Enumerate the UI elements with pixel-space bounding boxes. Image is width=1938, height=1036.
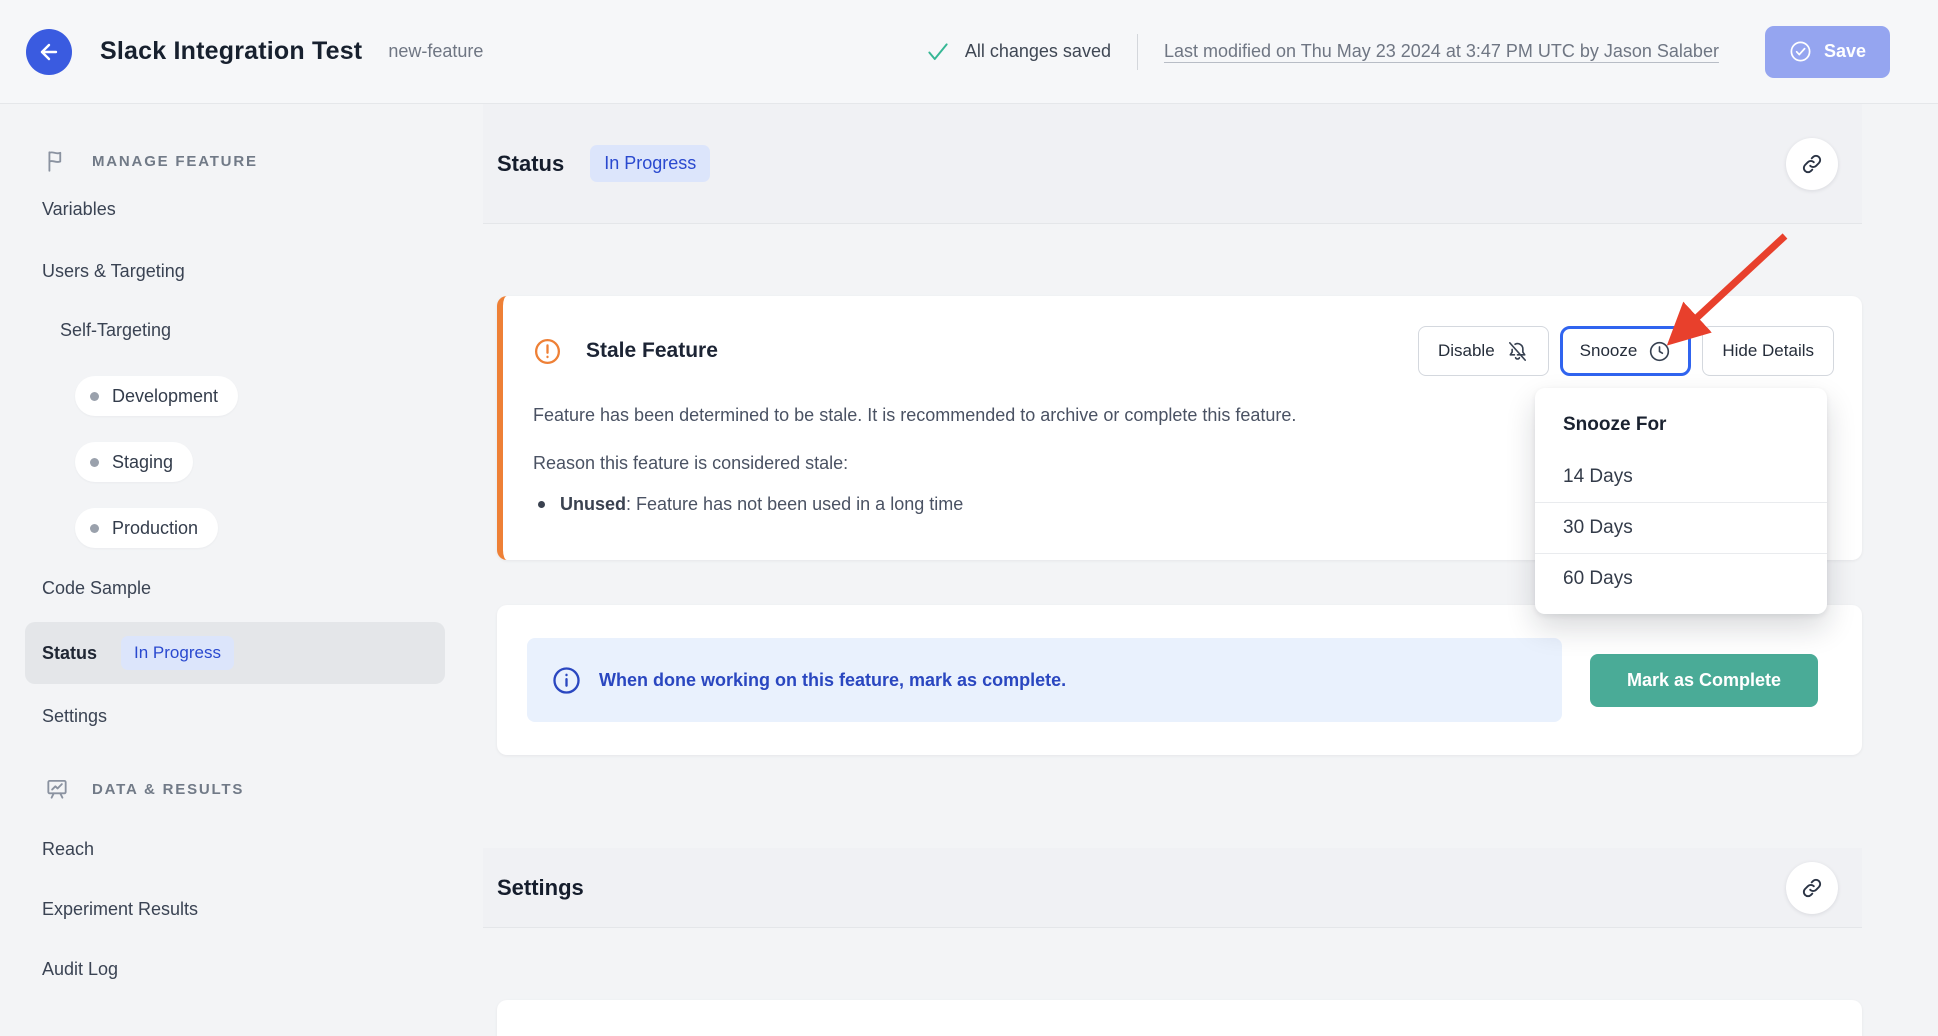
saved-status: All changes saved <box>925 39 1111 65</box>
status-badge: In Progress <box>121 636 234 670</box>
snooze-option-14-days[interactable]: 14 Days <box>1535 452 1827 502</box>
info-banner: When done working on this feature, mark … <box>527 638 1562 722</box>
clock-icon <box>1648 340 1671 363</box>
arrow-left-icon <box>37 40 61 64</box>
hide-details-button-label: Hide Details <box>1722 341 1814 361</box>
top-bar: Slack Integration Test new-feature All c… <box>0 0 1938 104</box>
sidebar-section-data-results: DATA & RESULTS <box>44 776 244 802</box>
stale-reason-term: Unused <box>560 494 626 514</box>
sidebar-item-audit-log[interactable]: Audit Log <box>42 959 118 980</box>
env-dot-icon <box>90 392 99 401</box>
presentation-chart-icon <box>44 776 70 802</box>
divider <box>1137 34 1138 70</box>
mark-as-complete-button[interactable]: Mark as Complete <box>1590 654 1818 707</box>
snooze-dropdown-menu: Snooze For 14 Days 30 Days 60 Days <box>1535 388 1827 614</box>
settings-section-header: Settings <box>483 848 1862 928</box>
save-button[interactable]: Save <box>1765 26 1890 78</box>
sidebar-section-manage-feature: MANAGE FEATURE <box>44 148 258 174</box>
save-button-label: Save <box>1824 41 1866 62</box>
copy-link-button[interactable] <box>1786 862 1838 914</box>
sidebar-item-env-production[interactable]: Production <box>75 508 218 548</box>
env-label: Development <box>112 386 218 407</box>
main-content: Status In Progress Stale Featu <box>483 104 1862 1036</box>
snooze-button[interactable]: Snooze <box>1560 326 1692 376</box>
sidebar-item-settings[interactable]: Settings <box>42 706 107 727</box>
snooze-menu-title: Snooze For <box>1535 410 1827 452</box>
last-modified-text[interactable]: Last modified on Thu May 23 2024 at 3:47… <box>1164 41 1719 62</box>
sidebar-section-label: DATA & RESULTS <box>92 781 244 798</box>
settings-section-title: Settings <box>497 875 584 901</box>
link-icon <box>1800 152 1824 176</box>
sidebar-item-variables[interactable]: Variables <box>42 199 116 220</box>
stale-card-title: Stale Feature <box>586 339 718 363</box>
sidebar-item-env-staging[interactable]: Staging <box>75 442 193 482</box>
flag-icon <box>44 148 70 174</box>
bullet-icon <box>538 501 545 508</box>
env-dot-icon <box>90 458 99 467</box>
info-circle-icon <box>551 665 582 696</box>
sidebar-item-self-targeting[interactable]: Self-Targeting <box>60 320 171 341</box>
disable-button-label: Disable <box>1438 341 1495 361</box>
status-section-badge: In Progress <box>590 145 710 182</box>
complete-card: When done working on this feature, mark … <box>497 605 1862 755</box>
snooze-option-60-days[interactable]: 60 Days <box>1535 553 1827 604</box>
snooze-button-label: Snooze <box>1580 341 1638 361</box>
sidebar-item-code-sample[interactable]: Code Sample <box>42 578 151 599</box>
sidebar-status-label: Status <box>42 643 97 664</box>
warning-circle-icon <box>533 337 562 366</box>
hide-details-button[interactable]: Hide Details <box>1702 326 1834 376</box>
back-button[interactable] <box>26 29 72 75</box>
check-circle-icon <box>1789 40 1812 63</box>
next-section-card <box>497 1000 1862 1036</box>
sidebar: MANAGE FEATURE Variables Users & Targeti… <box>0 104 462 1036</box>
saved-status-text: All changes saved <box>965 41 1111 62</box>
stale-card-header: Stale Feature Disable <box>533 326 1834 376</box>
info-banner-text: When done working on this feature, mark … <box>599 670 1066 691</box>
stale-reason-text: Unused: Feature has not been used in a l… <box>560 491 963 517</box>
status-section-title: Status <box>497 151 564 177</box>
page-title: Slack Integration Test <box>100 37 362 66</box>
env-label: Staging <box>112 452 173 473</box>
sidebar-item-env-development[interactable]: Development <box>75 376 238 416</box>
sidebar-item-users-targeting[interactable]: Users & Targeting <box>42 261 185 282</box>
check-icon <box>925 39 951 65</box>
disable-button[interactable]: Disable <box>1418 326 1549 376</box>
sidebar-item-status[interactable]: Status In Progress <box>25 622 445 684</box>
env-dot-icon <box>90 524 99 533</box>
link-icon <box>1800 876 1824 900</box>
sidebar-section-label: MANAGE FEATURE <box>92 153 258 170</box>
env-label: Production <box>112 518 198 539</box>
status-section-header: Status In Progress <box>483 104 1862 224</box>
sidebar-item-experiment-results[interactable]: Experiment Results <box>42 899 198 920</box>
feature-editor-page: Slack Integration Test new-feature All c… <box>0 0 1938 1036</box>
bell-off-icon <box>1506 340 1529 363</box>
stale-card-actions: Disable Snooze <box>1418 326 1834 376</box>
top-bar-right: All changes saved Last modified on Thu M… <box>925 26 1890 78</box>
sidebar-item-reach[interactable]: Reach <box>42 839 94 860</box>
feature-key: new-feature <box>388 41 483 62</box>
snooze-option-30-days[interactable]: 30 Days <box>1535 502 1827 553</box>
stale-reason-detail: : Feature has not been used in a long ti… <box>626 494 963 514</box>
copy-link-button[interactable] <box>1786 138 1838 190</box>
